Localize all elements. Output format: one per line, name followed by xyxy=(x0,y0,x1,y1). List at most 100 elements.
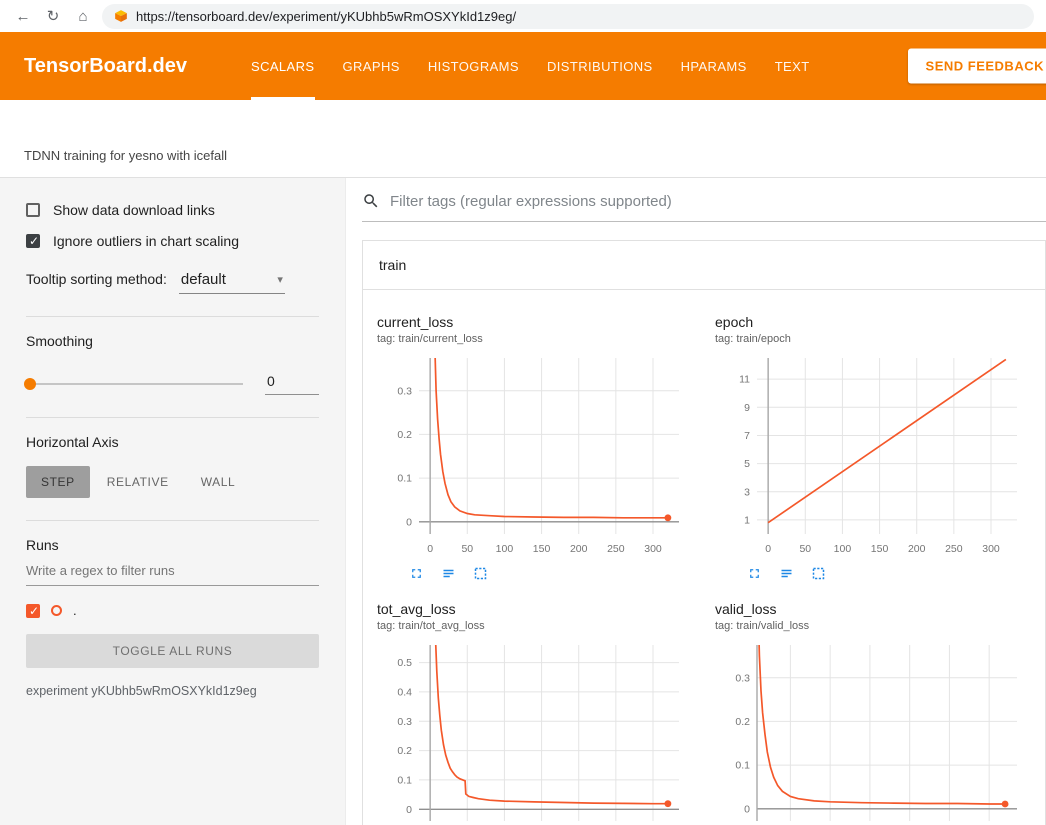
svg-text:100: 100 xyxy=(834,543,852,555)
svg-text:200: 200 xyxy=(908,543,926,555)
smoothing-slider-row: 0 xyxy=(26,373,319,395)
expand-chart-icon[interactable] xyxy=(409,566,424,581)
tab-distributions[interactable]: DISTRIBUTIONS xyxy=(547,32,653,100)
line-chart-epoch[interactable]: 0501001502002503001357911 xyxy=(715,353,1025,561)
ignore-outliers-checkbox[interactable] xyxy=(26,234,40,248)
train-group-label: train xyxy=(379,257,406,273)
tab-hparams[interactable]: HPARAMS xyxy=(681,32,747,100)
url-text: https://tensorboard.dev/experiment/yKUbh… xyxy=(136,9,516,24)
line-chart-current-loss[interactable]: 05010015020025030000.10.20.3 xyxy=(377,353,687,561)
tag-filter-row xyxy=(362,192,1046,222)
horizontal-axis-label: Horizontal Axis xyxy=(26,434,319,450)
run-checkbox[interactable] xyxy=(26,604,40,618)
reload-icon[interactable]: ↻ xyxy=(42,7,64,25)
svg-text:1: 1 xyxy=(744,514,750,526)
svg-text:0.3: 0.3 xyxy=(397,385,412,397)
svg-text:9: 9 xyxy=(744,402,750,414)
svg-text:50: 50 xyxy=(799,543,811,555)
svg-text:0.5: 0.5 xyxy=(397,657,412,669)
tab-graphs[interactable]: GRAPHS xyxy=(343,32,400,100)
svg-text:0.4: 0.4 xyxy=(397,686,412,698)
svg-text:150: 150 xyxy=(871,543,889,555)
site-favicon-cube-icon xyxy=(114,9,128,23)
chart-card-tot-avg-loss: tot_avg_loss tag: train/tot_avg_loss 050… xyxy=(367,585,705,825)
svg-text:50: 50 xyxy=(461,543,473,555)
runs-list-icon[interactable] xyxy=(441,566,456,581)
horizontal-axis-buttons: STEP RELATIVE WALL xyxy=(26,466,319,498)
chart-actions xyxy=(715,566,1039,581)
smoothing-slider-thumb[interactable] xyxy=(24,378,36,390)
svg-text:0: 0 xyxy=(427,543,433,555)
smoothing-slider[interactable] xyxy=(26,383,243,385)
svg-text:0.2: 0.2 xyxy=(397,745,412,757)
chart-title: current_loss xyxy=(377,314,701,330)
svg-text:0: 0 xyxy=(406,516,412,528)
svg-text:0: 0 xyxy=(406,804,412,816)
show-download-links-label: Show data download links xyxy=(53,202,215,218)
svg-text:150: 150 xyxy=(533,543,551,555)
tag-filter-input[interactable] xyxy=(390,193,1046,210)
smoothing-value-field[interactable]: 0 xyxy=(265,373,319,395)
line-chart-valid-loss[interactable]: 5010015020025030000.10.20.3 xyxy=(715,640,1025,825)
top-nav-tabs: SCALARS GRAPHS HISTOGRAMS DISTRIBUTIONS … xyxy=(251,32,810,100)
dropdown-arrow-icon: ▾ xyxy=(277,273,283,286)
ignore-outliers-label: Ignore outliers in chart scaling xyxy=(53,233,239,249)
smoothing-section: Smoothing 0 xyxy=(26,317,319,418)
svg-text:200: 200 xyxy=(570,543,588,555)
svg-text:0.2: 0.2 xyxy=(397,429,412,441)
run-color-swatch-icon xyxy=(51,605,62,616)
experiment-subtitle-strip: TDNN training for yesno with icefall xyxy=(0,100,1046,178)
svg-text:5: 5 xyxy=(744,458,750,470)
chart-card-epoch: epoch tag: train/epoch 05010015020025030… xyxy=(705,298,1043,585)
tooltip-sorting-value: default xyxy=(181,271,226,288)
expand-chart-icon[interactable] xyxy=(747,566,762,581)
toggle-all-runs-button[interactable]: TOGGLE ALL RUNS xyxy=(26,634,319,668)
back-icon[interactable]: ← xyxy=(12,8,34,25)
fit-domain-icon[interactable] xyxy=(811,566,826,581)
browser-chrome: ← ↻ ⌂ https://tensorboard.dev/experiment… xyxy=(0,0,1046,32)
svg-text:100: 100 xyxy=(496,543,514,555)
ignore-outliers-row[interactable]: Ignore outliers in chart scaling xyxy=(26,233,319,249)
general-settings-section: Show data download links Ignore outliers… xyxy=(26,186,319,317)
charts-grid: current_loss tag: train/current_loss 050… xyxy=(363,290,1045,825)
axis-wall-button[interactable]: WALL xyxy=(186,466,251,498)
line-chart-tot-avg-loss[interactable]: 05010015020025030000.10.20.30.40.5 xyxy=(377,640,687,825)
svg-text:0.3: 0.3 xyxy=(397,716,412,728)
svg-text:300: 300 xyxy=(982,543,1000,555)
svg-text:0.3: 0.3 xyxy=(735,672,750,684)
train-group-header[interactable]: train xyxy=(363,241,1045,290)
runs-filter-input[interactable] xyxy=(26,553,319,586)
axis-relative-button[interactable]: RELATIVE xyxy=(92,466,184,498)
show-download-links-checkbox[interactable] xyxy=(26,203,40,217)
chart-title: valid_loss xyxy=(715,601,1039,617)
run-row[interactable]: . xyxy=(26,603,319,618)
settings-sidebar: Show data download links Ignore outliers… xyxy=(0,178,346,825)
brand-title: TensorBoard.dev xyxy=(24,55,187,78)
runs-list-icon[interactable] xyxy=(779,566,794,581)
svg-text:0: 0 xyxy=(744,803,750,815)
svg-text:0.2: 0.2 xyxy=(735,716,750,728)
app-header: TensorBoard.dev SCALARS GRAPHS HISTOGRAM… xyxy=(0,32,1046,100)
svg-text:0: 0 xyxy=(765,543,771,555)
runs-section: Runs . TOGGLE ALL RUNS experiment yKUbhb… xyxy=(26,521,319,720)
horizontal-axis-section: Horizontal Axis STEP RELATIVE WALL xyxy=(26,418,319,521)
home-icon[interactable]: ⌂ xyxy=(72,8,94,25)
svg-text:3: 3 xyxy=(744,486,750,498)
experiment-subtitle: TDNN training for yesno with icefall xyxy=(24,148,227,163)
svg-text:0.1: 0.1 xyxy=(397,774,412,786)
address-bar[interactable]: https://tensorboard.dev/experiment/yKUbh… xyxy=(102,4,1034,29)
chart-tag: tag: train/current_loss xyxy=(377,333,701,345)
show-download-links-row[interactable]: Show data download links xyxy=(26,202,319,218)
tab-scalars[interactable]: SCALARS xyxy=(251,32,315,100)
chart-tag: tag: train/tot_avg_loss xyxy=(377,620,701,632)
axis-step-button[interactable]: STEP xyxy=(26,466,90,498)
content: Show data download links Ignore outliers… xyxy=(0,178,1046,825)
tooltip-sorting-select[interactable]: default ▾ xyxy=(179,269,285,294)
tooltip-sorting-row: Tooltip sorting method: default ▾ xyxy=(26,269,319,294)
fit-domain-icon[interactable] xyxy=(473,566,488,581)
tab-text[interactable]: TEXT xyxy=(775,32,810,100)
scalars-main: train current_loss tag: train/current_lo… xyxy=(346,178,1046,825)
svg-text:0.1: 0.1 xyxy=(397,473,412,485)
send-feedback-button[interactable]: SEND FEEDBACK xyxy=(908,49,1046,84)
tab-histograms[interactable]: HISTOGRAMS xyxy=(428,32,519,100)
